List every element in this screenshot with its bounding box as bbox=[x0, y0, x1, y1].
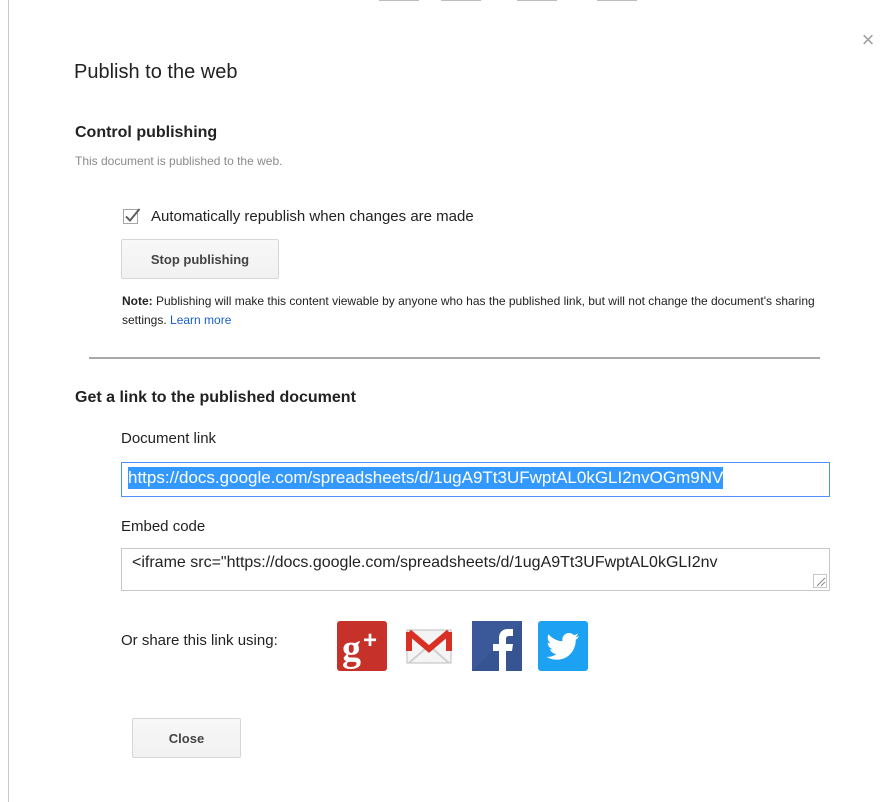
google-plus-icon[interactable]: g + bbox=[337, 621, 387, 671]
share-label: Or share this link using: bbox=[121, 632, 278, 649]
section-divider bbox=[89, 357, 820, 359]
svg-text:+: + bbox=[363, 627, 377, 654]
background-edge bbox=[517, 0, 557, 1]
checkmark-icon[interactable] bbox=[122, 206, 142, 226]
embed-code-field[interactable]: <iframe src="https://docs.google.com/spr… bbox=[121, 548, 830, 591]
twitter-icon[interactable] bbox=[538, 621, 588, 671]
auto-republish-label: Automatically republish when changes are… bbox=[151, 207, 474, 225]
publish-dialog: × Publish to the web Control publishing … bbox=[8, 0, 883, 802]
resize-handle-icon[interactable] bbox=[813, 574, 827, 588]
gmail-icon[interactable] bbox=[404, 621, 454, 671]
document-link-label: Document link bbox=[121, 430, 217, 447]
background-edge bbox=[379, 0, 419, 1]
close-button[interactable]: Close bbox=[132, 718, 241, 758]
auto-republish-checkbox[interactable]: Automatically republish when changes are… bbox=[122, 206, 474, 226]
svg-text:g: g bbox=[342, 628, 361, 670]
embed-code-label: Embed code bbox=[121, 518, 206, 535]
publishing-note: Note: Publishing will make this content … bbox=[122, 292, 837, 330]
stop-publishing-button[interactable]: Stop publishing bbox=[121, 239, 279, 279]
facebook-icon[interactable] bbox=[472, 621, 522, 671]
publish-status: This document is published to the web. bbox=[75, 154, 283, 168]
document-link-value: https://docs.google.com/spreadsheets/d/1… bbox=[128, 467, 724, 489]
control-publishing-heading: Control publishing bbox=[75, 124, 218, 141]
dialog-title: Publish to the web bbox=[74, 61, 238, 83]
close-icon[interactable]: × bbox=[857, 29, 879, 51]
learn-more-link[interactable]: Learn more bbox=[170, 313, 231, 327]
note-label: Note: bbox=[122, 294, 153, 308]
background-edge bbox=[597, 0, 637, 1]
document-link-field[interactable]: https://docs.google.com/spreadsheets/d/1… bbox=[121, 462, 830, 497]
embed-code-value: <iframe src="https://docs.google.com/spr… bbox=[132, 554, 718, 571]
get-link-heading: Get a link to the published document bbox=[75, 389, 356, 406]
background-edge bbox=[441, 0, 481, 1]
